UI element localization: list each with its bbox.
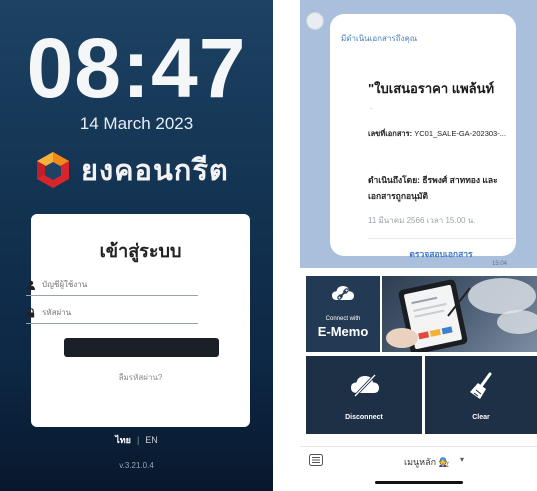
document-number: เลขที่เอกสาร: YC01_SALE-GA-202303-... — [368, 128, 514, 140]
card-title: "ใบเสนอราคา แพล้นท์ — [368, 81, 495, 96]
disconnect-label: Disconnect — [345, 414, 383, 421]
notification-card: มีดำเนินเอกสารถึงคุณ "ใบเสนอราคา แพล้นท์… — [330, 14, 516, 259]
cloud-link-icon — [332, 286, 354, 300]
login-button[interactable] — [64, 338, 219, 357]
broom-icon — [470, 372, 492, 399]
tablet-signing-image — [386, 278, 537, 352]
ememo-caption: Connect with — [325, 316, 361, 322]
sent-time: 11 มีนาคม 2566 เวลา 15.00 น. — [368, 216, 476, 225]
clear-label: Clear — [472, 414, 490, 421]
disconnect-tile[interactable]: Disconnect — [306, 356, 422, 434]
review-document-button[interactable]: ตรวจสอบเอกสาร — [368, 247, 514, 261]
lock-icon — [27, 307, 35, 317]
home-indicator — [375, 481, 463, 484]
main-menu-toggle[interactable]: เมนูหลัก 🧑‍🔧 — [404, 455, 450, 469]
bot-avatar — [306, 12, 324, 30]
chevron-down-icon[interactable]: ▾ — [460, 455, 464, 464]
lockscreen-clock: 08:47 — [26, 21, 247, 115]
language-english[interactable]: EN — [145, 435, 158, 445]
lockscreen-date: 14 March 2023 — [79, 114, 194, 133]
message-timestamp: 15:04 — [492, 261, 508, 267]
login-screen: 08:47 14 March 2023 ยงคอนกรีต เข้าสู่ระบ… — [0, 0, 273, 491]
brand-name: ยงคอนกรีต — [81, 155, 229, 187]
brand-logo-icon — [37, 152, 69, 188]
password-input[interactable] — [42, 308, 192, 317]
document-number-value: YC01_SALE-GA-202303-... — [412, 129, 506, 138]
chat-area: มีดำเนินเอกสารถึงคุณ "ใบเสนอราคา แพล้นท์… — [300, 0, 537, 268]
username-input[interactable] — [42, 280, 192, 289]
password-field[interactable] — [26, 302, 198, 324]
username-field[interactable] — [26, 274, 198, 296]
user-icon — [27, 280, 35, 290]
card-subtitle: - — [370, 104, 373, 113]
ememo-title: E-Memo — [317, 324, 369, 339]
card-header: มีดำเนินเอกสารถึงคุณ — [341, 34, 418, 43]
login-title: เข้าสู่ระบบ — [99, 241, 182, 261]
forgot-password-link[interactable]: ลืมรหัสผ่าน? — [31, 371, 250, 384]
sent-by: ดำเนินถึงโดย: ธีรพงศ์ สาททอง และเอกสารถู… — [368, 175, 498, 201]
app-version: v.3.21.0.4 — [119, 461, 154, 470]
language-thai[interactable]: ไทย — [115, 435, 131, 445]
keyboard-icon[interactable] — [309, 454, 323, 466]
clear-tile[interactable]: Clear — [425, 356, 537, 434]
cloud-off-icon — [351, 374, 379, 398]
language-separator: | — [136, 435, 140, 445]
language-switcher: ไทย | EN — [0, 433, 273, 447]
chat-bottom-bar: เมนูหลัก 🧑‍🔧 ▾ — [300, 446, 537, 472]
document-number-label: เลขที่เอกสาร: — [368, 129, 413, 138]
tablet-photo-tile[interactable] — [382, 276, 537, 352]
card-divider — [368, 238, 514, 239]
chat-screen: มีดำเนินเอกสารถึงคุณ "ใบเสนอราคา แพล้นท์… — [300, 0, 537, 491]
brand: ยงคอนกรีต — [33, 148, 229, 192]
connect-ememo-tile[interactable]: Connect with E-Memo — [306, 276, 380, 352]
